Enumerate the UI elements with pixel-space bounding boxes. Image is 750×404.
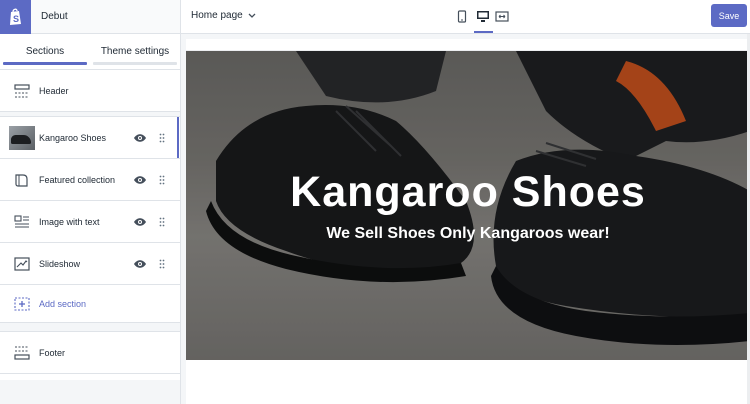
active-device-indicator xyxy=(474,31,493,33)
add-section-button[interactable]: Add section xyxy=(0,285,180,323)
section-row-featured-collection[interactable]: Featured collection xyxy=(0,159,180,201)
book-icon xyxy=(9,168,35,192)
drag-handle-icon[interactable] xyxy=(159,217,165,227)
hero-subtitle: We Sell Shoes Only Kangaroos wear! xyxy=(326,225,610,242)
tab-sections[interactable]: Sections xyxy=(0,34,90,69)
sections-sidebar: S Debut Sections Theme settings Header K… xyxy=(0,0,181,404)
add-section-label: Add section xyxy=(39,298,87,309)
image-thumbnail xyxy=(9,125,35,150)
drag-handle-icon[interactable] xyxy=(159,259,165,269)
editor-topbar: Home page Save xyxy=(181,0,750,34)
visibility-eye-icon[interactable] xyxy=(133,175,147,185)
preview-header-strip xyxy=(186,39,750,51)
visibility-eye-icon[interactable] xyxy=(133,133,147,143)
section-row-header[interactable]: Header xyxy=(0,70,180,112)
drag-handle-icon[interactable] xyxy=(159,133,165,143)
save-button[interactable]: Save xyxy=(711,4,747,27)
visibility-eye-icon[interactable] xyxy=(133,217,147,227)
fullscreen-icon[interactable] xyxy=(494,8,510,24)
footer-layout-icon xyxy=(9,341,35,365)
tab-theme-settings[interactable]: Theme settings xyxy=(90,34,180,69)
sidebar-bottom-space xyxy=(0,380,180,404)
store-preview: Kangaroo Shoes We Sell Shoes Only Kangar… xyxy=(186,39,750,404)
add-section-icon xyxy=(9,292,35,316)
section-row-kangaroo-shoes[interactable]: Kangaroo Shoes xyxy=(0,117,180,159)
section-label: Featured collection xyxy=(39,174,116,185)
image-text-icon xyxy=(9,210,35,234)
section-label: Image with text xyxy=(39,216,100,227)
drag-handle-icon[interactable] xyxy=(159,175,165,185)
section-row-image-with-text[interactable]: Image with text xyxy=(0,201,180,243)
section-label-header: Header xyxy=(39,85,69,96)
section-row-slideshow[interactable]: Slideshow xyxy=(0,243,180,285)
header-layout-icon xyxy=(9,79,35,103)
chevron-down-icon xyxy=(248,13,256,18)
section-row-footer[interactable]: Footer xyxy=(0,332,180,374)
desktop-icon[interactable] xyxy=(475,8,491,24)
sidebar-header: S Debut xyxy=(0,0,180,34)
page-select-dropdown[interactable]: Home page xyxy=(191,10,256,21)
visibility-eye-icon[interactable] xyxy=(133,259,147,269)
section-divider xyxy=(0,323,180,332)
section-label: Kangaroo Shoes xyxy=(39,132,107,143)
sidebar-tabs: Sections Theme settings xyxy=(0,34,180,70)
shopify-logo-icon[interactable]: S xyxy=(0,0,31,34)
section-label-footer: Footer xyxy=(39,347,66,358)
svg-text:S: S xyxy=(13,14,19,24)
slideshow-icon xyxy=(9,252,35,276)
hero-image-banner[interactable]: Kangaroo Shoes We Sell Shoes Only Kangar… xyxy=(186,51,750,360)
mobile-icon[interactable] xyxy=(454,8,470,24)
theme-name: Debut xyxy=(41,11,68,22)
section-label: Slideshow xyxy=(39,258,81,269)
hero-title: Kangaroo Shoes xyxy=(290,168,646,216)
page-select-label: Home page xyxy=(191,10,243,21)
